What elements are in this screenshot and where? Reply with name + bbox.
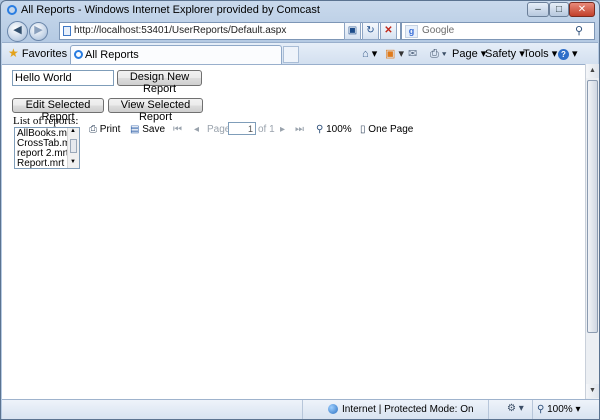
listbox-scroll-thumb[interactable] (70, 139, 77, 153)
security-zone-text[interactable]: Internet | Protected Mode: On (342, 404, 474, 415)
reports-listbox[interactable]: AllBooks.mrt CrossTab.mrt report 2.mrt R… (14, 127, 80, 169)
edit-selected-report-button[interactable]: Edit Selected Report (12, 98, 104, 123)
back-icon: ◀ (13, 24, 22, 36)
safety-menu[interactable]: Safety ▾ (485, 46, 525, 62)
home-button[interactable]: ⌂ ▾ (362, 46, 377, 62)
search-box[interactable]: g Google ⚲ (401, 22, 595, 40)
forward-button[interactable]: ▶ (29, 22, 48, 41)
print-button[interactable]: ⎙ ▾ (430, 46, 447, 62)
page-content (2, 64, 585, 400)
minimize-button[interactable]: – (527, 2, 549, 17)
new-tab-button[interactable] (283, 46, 299, 63)
page-scroll-thumb[interactable] (587, 80, 598, 333)
print-icon: ⎙ (89, 124, 97, 135)
favorites-star-icon: ★ (8, 46, 19, 60)
last-page-button[interactable]: ⏭ (295, 123, 304, 137)
home-icon: ⌂ (362, 48, 369, 60)
listbox-scrollbar[interactable]: ▲ ▼ (67, 128, 79, 168)
first-page-icon: ⏮ (173, 124, 182, 135)
tab-ie-icon (74, 50, 83, 62)
ie-logo-icon (7, 5, 17, 18)
viewer-print-label: Print (99, 124, 121, 135)
prev-page-icon: ◂ (194, 124, 200, 135)
favorites-bar: ★ Favorites All Reports ⌂ ▾ ▣ ▾ ✉ ⎙ ▾ Pa… (2, 42, 598, 65)
save-icon: ▤ (130, 124, 140, 135)
viewer-print-button[interactable]: ⎙ Print (89, 123, 120, 137)
status-zoom-label: 100% (547, 404, 573, 415)
close-window-button[interactable]: ✕ (569, 2, 595, 17)
scroll-down-icon[interactable]: ▼ (70, 159, 76, 165)
stop-icon: ✕ (384, 25, 393, 36)
next-page-button[interactable]: ▸ (280, 123, 285, 137)
back-button[interactable]: ◀ (7, 21, 28, 42)
safety-menu-label: Safety (485, 48, 517, 60)
printer-icon: ⎙ (430, 48, 439, 60)
google-icon: g (405, 25, 418, 38)
view-selected-report-button[interactable]: View Selected Report (108, 98, 203, 123)
viewer-zoom-label: 100% (326, 124, 352, 135)
tab-all-reports[interactable]: All Reports (70, 45, 282, 64)
stop-button[interactable]: ✕ (380, 22, 397, 40)
one-page-icon: ▯ (360, 124, 366, 135)
scroll-up-icon[interactable]: ▲ (586, 64, 599, 78)
next-page-icon: ▸ (280, 124, 286, 135)
page-label: Page (207, 124, 231, 135)
page-menu[interactable]: Page ▾ (452, 46, 486, 62)
zoom-icon: ⚲ (537, 404, 545, 415)
list-of-reports-label: List of reports: (13, 115, 79, 127)
page-menu-label: Page (452, 48, 478, 60)
refresh-icon: ↻ (366, 25, 375, 36)
globe-icon (328, 404, 338, 417)
one-page-label: One Page (368, 124, 414, 135)
window-title: All Reports - Windows Internet Explorer … (21, 4, 320, 16)
viewer-save-label: Save (142, 124, 166, 135)
ie-page-icon (63, 26, 71, 36)
help-button[interactable]: ? ▾ (558, 46, 578, 62)
feeds-button[interactable]: ▣ ▾ (385, 46, 404, 62)
compatibility-icon: ▣ (347, 25, 358, 36)
zoom-button[interactable]: ⚲ 100% (316, 123, 352, 137)
feeds-icon: ▣ (385, 48, 396, 60)
tab-title: All Reports (85, 49, 139, 61)
browser-window: All Reports - Windows Internet Explorer … (0, 0, 600, 420)
scroll-up-icon[interactable]: ▲ (70, 128, 76, 134)
search-placeholder: Google (422, 25, 455, 36)
last-page-icon: ⏭ (295, 124, 304, 135)
list-item[interactable]: Report.mrt (17, 158, 64, 168)
search-icon[interactable]: ⚲ (575, 24, 583, 37)
forward-icon: ▶ (34, 24, 43, 36)
page-number-input[interactable] (228, 122, 256, 135)
viewer-save-button[interactable]: ▤ Save (130, 123, 165, 137)
favorites-button[interactable]: ★ Favorites (8, 45, 67, 62)
design-new-report-button[interactable]: Design New Report (117, 70, 202, 95)
zoom-icon: ⚲ (316, 124, 324, 135)
one-page-button[interactable]: ▯ One Page (360, 123, 413, 137)
mail-icon: ✉ (408, 48, 418, 60)
maximize-button[interactable]: □ (549, 2, 569, 17)
tools-menu[interactable]: Tools ▾ (523, 46, 557, 62)
compatibility-button[interactable]: ▣ (344, 22, 361, 40)
address-url: http://localhost:53401/UserReports/Defau… (74, 25, 287, 36)
status-bar: Internet | Protected Mode: On ⚙ ▾ ⚲ 100%… (2, 399, 599, 419)
refresh-button[interactable]: ↻ (362, 22, 379, 40)
mail-button[interactable]: ✉ (408, 46, 417, 62)
status-divider (302, 400, 303, 419)
tools-menu-label: Tools (523, 48, 549, 60)
first-page-button[interactable]: ⏮ (173, 123, 182, 137)
status-zoom-button[interactable]: ⚲ 100% ▾ (537, 404, 581, 415)
report-name-input[interactable] (12, 70, 114, 86)
status-divider (532, 400, 533, 419)
status-divider (488, 400, 489, 419)
add-ons-button[interactable]: ⚙ ▾ (507, 403, 524, 414)
scroll-down-icon[interactable]: ▼ (586, 384, 599, 398)
favorites-label: Favorites (21, 48, 68, 60)
page-vertical-scrollbar[interactable]: ▲ ▼ (585, 64, 599, 399)
prev-page-button[interactable]: ◂ (194, 123, 199, 137)
page-count-label: of 1 (258, 124, 275, 135)
help-icon: ? (558, 49, 569, 60)
